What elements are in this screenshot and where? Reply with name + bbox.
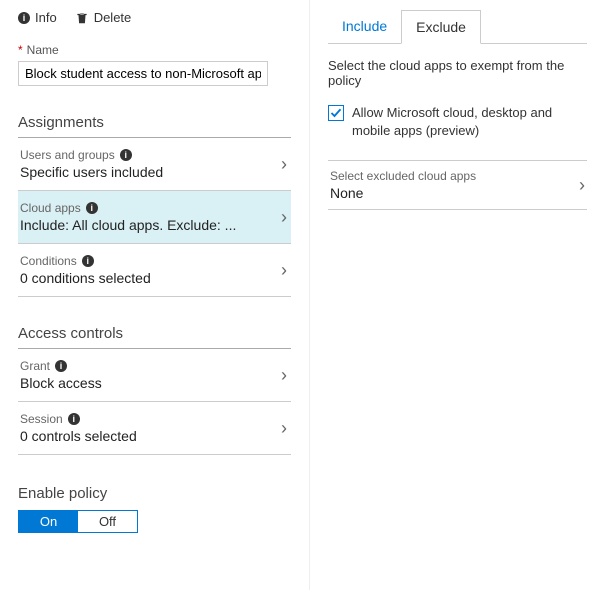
row-conditions[interactable]: Conditions i 0 conditions selected ›	[18, 244, 291, 297]
row-grant[interactable]: Granti Block access ›	[18, 349, 291, 402]
toggle-off[interactable]: Off	[78, 511, 137, 532]
chevron-right-icon: ›	[281, 260, 287, 281]
row-value: Include: All cloud apps. Exclude: ...	[20, 217, 236, 233]
row-value: 0 conditions selected	[20, 270, 151, 286]
row-value: Specific users included	[20, 164, 163, 180]
info-icon: i	[55, 360, 67, 372]
select-excluded-label: Select excluded cloud apps	[330, 169, 476, 183]
allow-microsoft-checkbox[interactable]	[328, 105, 344, 121]
row-value: Block access	[20, 375, 102, 391]
row-label: Users and groups	[20, 148, 115, 162]
name-label: *Name	[18, 43, 291, 57]
delete-icon	[75, 11, 89, 25]
row-value: 0 controls selected	[20, 428, 137, 444]
row-label: Session	[20, 412, 63, 426]
select-excluded-value: None	[330, 185, 476, 201]
chevron-right-icon: ›	[281, 207, 287, 228]
tab-include[interactable]: Include	[328, 10, 401, 43]
info-icon: i	[82, 255, 94, 267]
row-session[interactable]: Session i 0 controls selected ›	[18, 402, 291, 455]
info-icon: i	[120, 149, 132, 161]
enable-policy-heading: Enable policy	[18, 485, 291, 502]
check-icon	[330, 107, 342, 119]
delete-button[interactable]: Delete	[75, 10, 132, 25]
info-icon: i	[18, 12, 30, 24]
chevron-right-icon: ›	[281, 418, 287, 439]
info-icon: i	[86, 202, 98, 214]
name-input[interactable]	[18, 61, 268, 86]
row-label: Grant	[20, 359, 50, 373]
select-excluded-apps-row[interactable]: Select excluded cloud apps None ›	[328, 160, 587, 210]
row-cloud-apps[interactable]: Cloud apps i Include: All cloud apps. Exc…	[18, 191, 291, 244]
row-label: Cloud apps	[20, 201, 81, 215]
row-label: Conditions	[20, 254, 77, 268]
info-button[interactable]: i Info	[18, 10, 57, 25]
info-icon: i	[68, 413, 80, 425]
delete-label: Delete	[94, 10, 132, 25]
row-users-and-groups[interactable]: Users and groups i Specific users include…	[18, 138, 291, 191]
access-controls-heading: Access controls	[18, 325, 291, 342]
assignments-heading: Assignments	[18, 114, 291, 131]
tab-exclude[interactable]: Exclude	[401, 10, 481, 44]
chevron-right-icon: ›	[281, 365, 287, 386]
chevron-right-icon: ›	[579, 175, 585, 196]
toggle-on[interactable]: On	[19, 511, 78, 532]
chevron-right-icon: ›	[281, 154, 287, 175]
allow-microsoft-label: Allow Microsoft cloud, desktop and mobil…	[352, 104, 587, 140]
enable-policy-toggle[interactable]: On Off	[18, 510, 138, 533]
info-label: Info	[35, 10, 57, 25]
exclude-description: Select the cloud apps to exempt from the…	[328, 58, 587, 88]
